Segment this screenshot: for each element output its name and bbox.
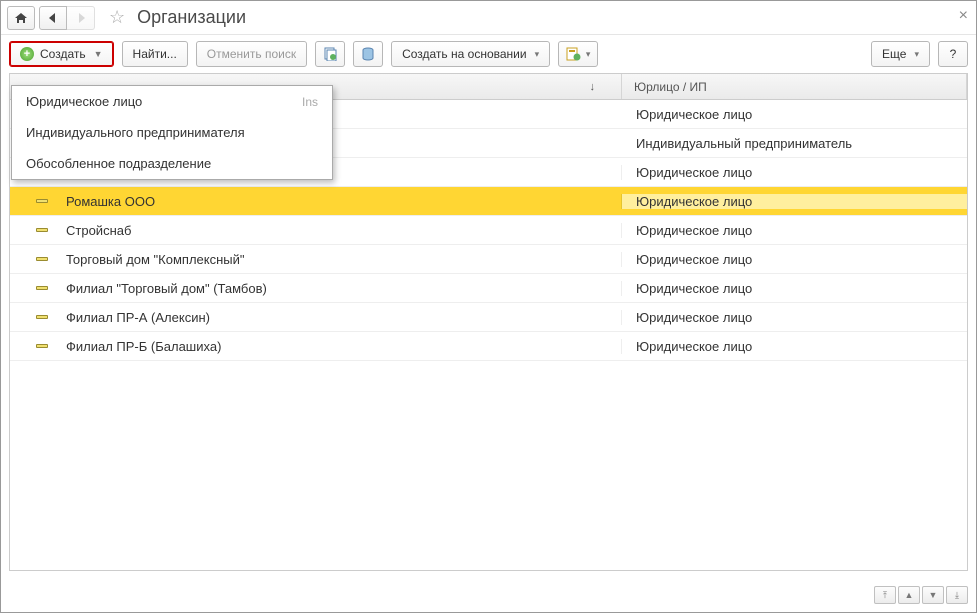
dropdown-item-label: Индивидуального предпринимателя — [26, 125, 245, 140]
nav-group — [39, 6, 95, 30]
item-icon — [36, 199, 48, 203]
home-button[interactable] — [7, 6, 35, 30]
chevron-down-icon: ▾ — [914, 49, 919, 60]
cell-name: Филиал ПР-Б (Балашиха) — [10, 339, 622, 354]
window-header: ☆ Организации × — [1, 1, 976, 35]
cancel-search-button: Отменить поиск — [196, 41, 307, 67]
close-button[interactable]: × — [959, 7, 968, 25]
page-title: Организации — [137, 7, 246, 28]
row-name-label: Ромашка ООО — [66, 194, 155, 209]
cancel-search-label: Отменить поиск — [207, 47, 296, 61]
database-icon — [361, 47, 375, 61]
home-icon — [14, 12, 28, 24]
toolbar: + Создать ▼ Найти... Отменить поиск Созд… — [1, 35, 976, 73]
cell-type: Юридическое лицо — [622, 252, 967, 267]
create-dropdown: Юридическое лицо Ins Индивидуального пре… — [11, 85, 333, 180]
document-copy-icon — [322, 47, 338, 61]
create-button-label: Создать — [40, 47, 86, 61]
item-icon — [36, 344, 48, 348]
toolbar-action-2[interactable] — [353, 41, 383, 67]
column-type[interactable]: Юрлицо / ИП — [622, 74, 967, 99]
cell-type: Юридическое лицо — [622, 107, 967, 122]
find-button-label: Найти... — [133, 47, 177, 61]
dropdown-item-entrepreneur[interactable]: Индивидуального предпринимателя — [12, 117, 332, 148]
item-icon — [36, 315, 48, 319]
dropdown-item-label: Обособленное подразделение — [26, 156, 211, 171]
row-name-label: Филиал "Торговый дом" (Тамбов) — [66, 281, 267, 296]
cell-type: Юридическое лицо — [622, 194, 967, 209]
cell-name: Стройснаб — [10, 223, 622, 238]
cell-type: Индивидуальный предприниматель — [622, 136, 967, 151]
scroll-top-button[interactable]: ⤒ — [874, 586, 896, 604]
item-icon — [36, 228, 48, 232]
dropdown-item-label: Юридическое лицо — [26, 94, 142, 109]
scroll-up-button[interactable]: ▲ — [898, 586, 920, 604]
help-button[interactable]: ? — [938, 41, 968, 67]
report-icon — [566, 47, 582, 61]
sort-indicator: ↓ — [590, 81, 596, 93]
dropdown-shortcut: Ins — [302, 95, 318, 109]
chevron-down-icon: ▾ — [586, 49, 591, 60]
more-button[interactable]: Еще ▾ — [871, 41, 930, 67]
favorite-icon[interactable]: ☆ — [109, 7, 125, 28]
toolbar-action-3[interactable]: ▾ — [558, 41, 598, 67]
table-row[interactable]: Ромашка ООО Юридическое лицо — [10, 187, 967, 216]
row-name-label: Филиал ПР-Б (Балашиха) — [66, 339, 221, 354]
row-name-label: Торговый дом "Комплексный" — [66, 252, 245, 267]
find-button[interactable]: Найти... — [122, 41, 188, 67]
cell-type: Юридическое лицо — [622, 310, 967, 325]
table-row[interactable]: Стройснаб Юридическое лицо — [10, 216, 967, 245]
toolbar-action-1[interactable] — [315, 41, 345, 67]
create-based-on-label: Создать на основании — [402, 47, 527, 61]
cell-name: Ромашка ООО — [10, 194, 622, 209]
cell-name: Филиал "Торговый дом" (Тамбов) — [10, 281, 622, 296]
chevron-down-icon: ▼ — [94, 49, 103, 59]
cell-type: Юридическое лицо — [622, 223, 967, 238]
table-row[interactable]: Торговый дом "Комплексный" Юридическое ли… — [10, 245, 967, 274]
cell-name: Филиал ПР-А (Алексин) — [10, 310, 622, 325]
dropdown-item-legal-entity[interactable]: Юридическое лицо Ins — [12, 86, 332, 117]
table-scroll-controls: ⤒ ▲ ▼ ⤓ — [9, 586, 968, 606]
arrow-left-icon — [48, 13, 58, 23]
row-name-label: Стройснаб — [66, 223, 131, 238]
cell-type: Юридическое лицо — [622, 165, 967, 180]
create-based-on-button[interactable]: Создать на основании ▾ — [391, 41, 550, 67]
scroll-bottom-button[interactable]: ⤓ — [946, 586, 968, 604]
nav-forward-button — [67, 6, 95, 30]
help-label: ? — [950, 47, 957, 61]
plus-icon: + — [20, 47, 34, 61]
chevron-down-icon: ▾ — [535, 49, 540, 60]
cell-name: Торговый дом "Комплексный" — [10, 252, 622, 267]
table-row[interactable]: Филиал ПР-Б (Балашиха) Юридическое лицо — [10, 332, 967, 361]
more-button-label: Еще — [882, 47, 906, 61]
table-row[interactable]: Филиал ПР-А (Алексин) Юридическое лицо — [10, 303, 967, 332]
column-type-label: Юрлицо / ИП — [634, 80, 707, 94]
scroll-down-button[interactable]: ▼ — [922, 586, 944, 604]
cell-type: Юридическое лицо — [622, 281, 967, 296]
create-button[interactable]: + Создать ▼ — [9, 41, 114, 67]
table-row[interactable]: Филиал "Торговый дом" (Тамбов) Юридическо… — [10, 274, 967, 303]
arrow-right-icon — [76, 13, 86, 23]
item-icon — [36, 257, 48, 261]
nav-back-button[interactable] — [39, 6, 67, 30]
dropdown-item-subdivision[interactable]: Обособленное подразделение — [12, 148, 332, 179]
row-name-label: Филиал ПР-А (Алексин) — [66, 310, 210, 325]
item-icon — [36, 286, 48, 290]
cell-type: Юридическое лицо — [622, 339, 967, 354]
